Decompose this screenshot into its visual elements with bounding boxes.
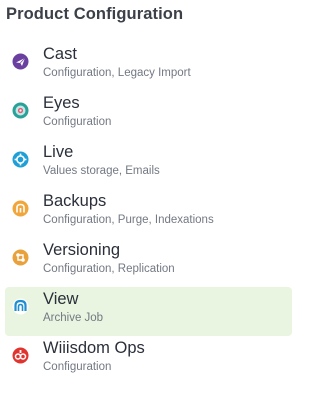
menu-item-label: Wiiisdom Ops [43,339,145,357]
menu-item-eyes[interactable]: Eyes Configuration [5,91,292,140]
menu-item-view[interactable]: View Archive Job [5,287,292,336]
menu-item-backups[interactable]: Backups Configuration, Purge, Indexation… [5,189,292,238]
menu-item-wiiisdom-ops[interactable]: Wiiisdom Ops Configuration [5,336,292,385]
eyes-icon [12,102,29,119]
menu-item-sublabel: Values storage, Emails [43,165,160,177]
menu-item-cast[interactable]: Cast Configuration, Legacy Import [5,42,292,91]
menu-item-live[interactable]: Live Values storage, Emails [5,140,292,189]
cast-icon [12,53,29,70]
live-icon [12,151,29,168]
menu-item-versioning[interactable]: Versioning Configuration, Replication [5,238,292,287]
menu-item-sublabel: Configuration [43,116,112,128]
menu-item-sublabel: Configuration, Replication [43,263,175,275]
page-title: Product Configuration [6,5,184,23]
menu-item-sublabel: Archive Job [43,312,104,324]
backups-icon [12,200,29,217]
menu-item-sublabel: Configuration [43,361,112,373]
view-icon [12,298,29,315]
menu-item-label: Cast [43,45,77,63]
menu-item-sublabel: Configuration, Purge, Indexations [43,214,214,226]
wiiisdom-ops-icon [12,347,29,364]
menu-item-label: Live [43,143,74,161]
menu-item-label: Eyes [43,94,80,112]
menu-item-sublabel: Configuration, Legacy Import [43,67,191,79]
menu-item-label: Versioning [43,241,121,259]
versioning-icon [12,249,29,266]
menu-item-label: Backups [43,192,107,210]
menu-item-label: View [43,290,79,308]
product-menu: Cast Configuration, Legacy Import Eyes C… [5,42,292,385]
